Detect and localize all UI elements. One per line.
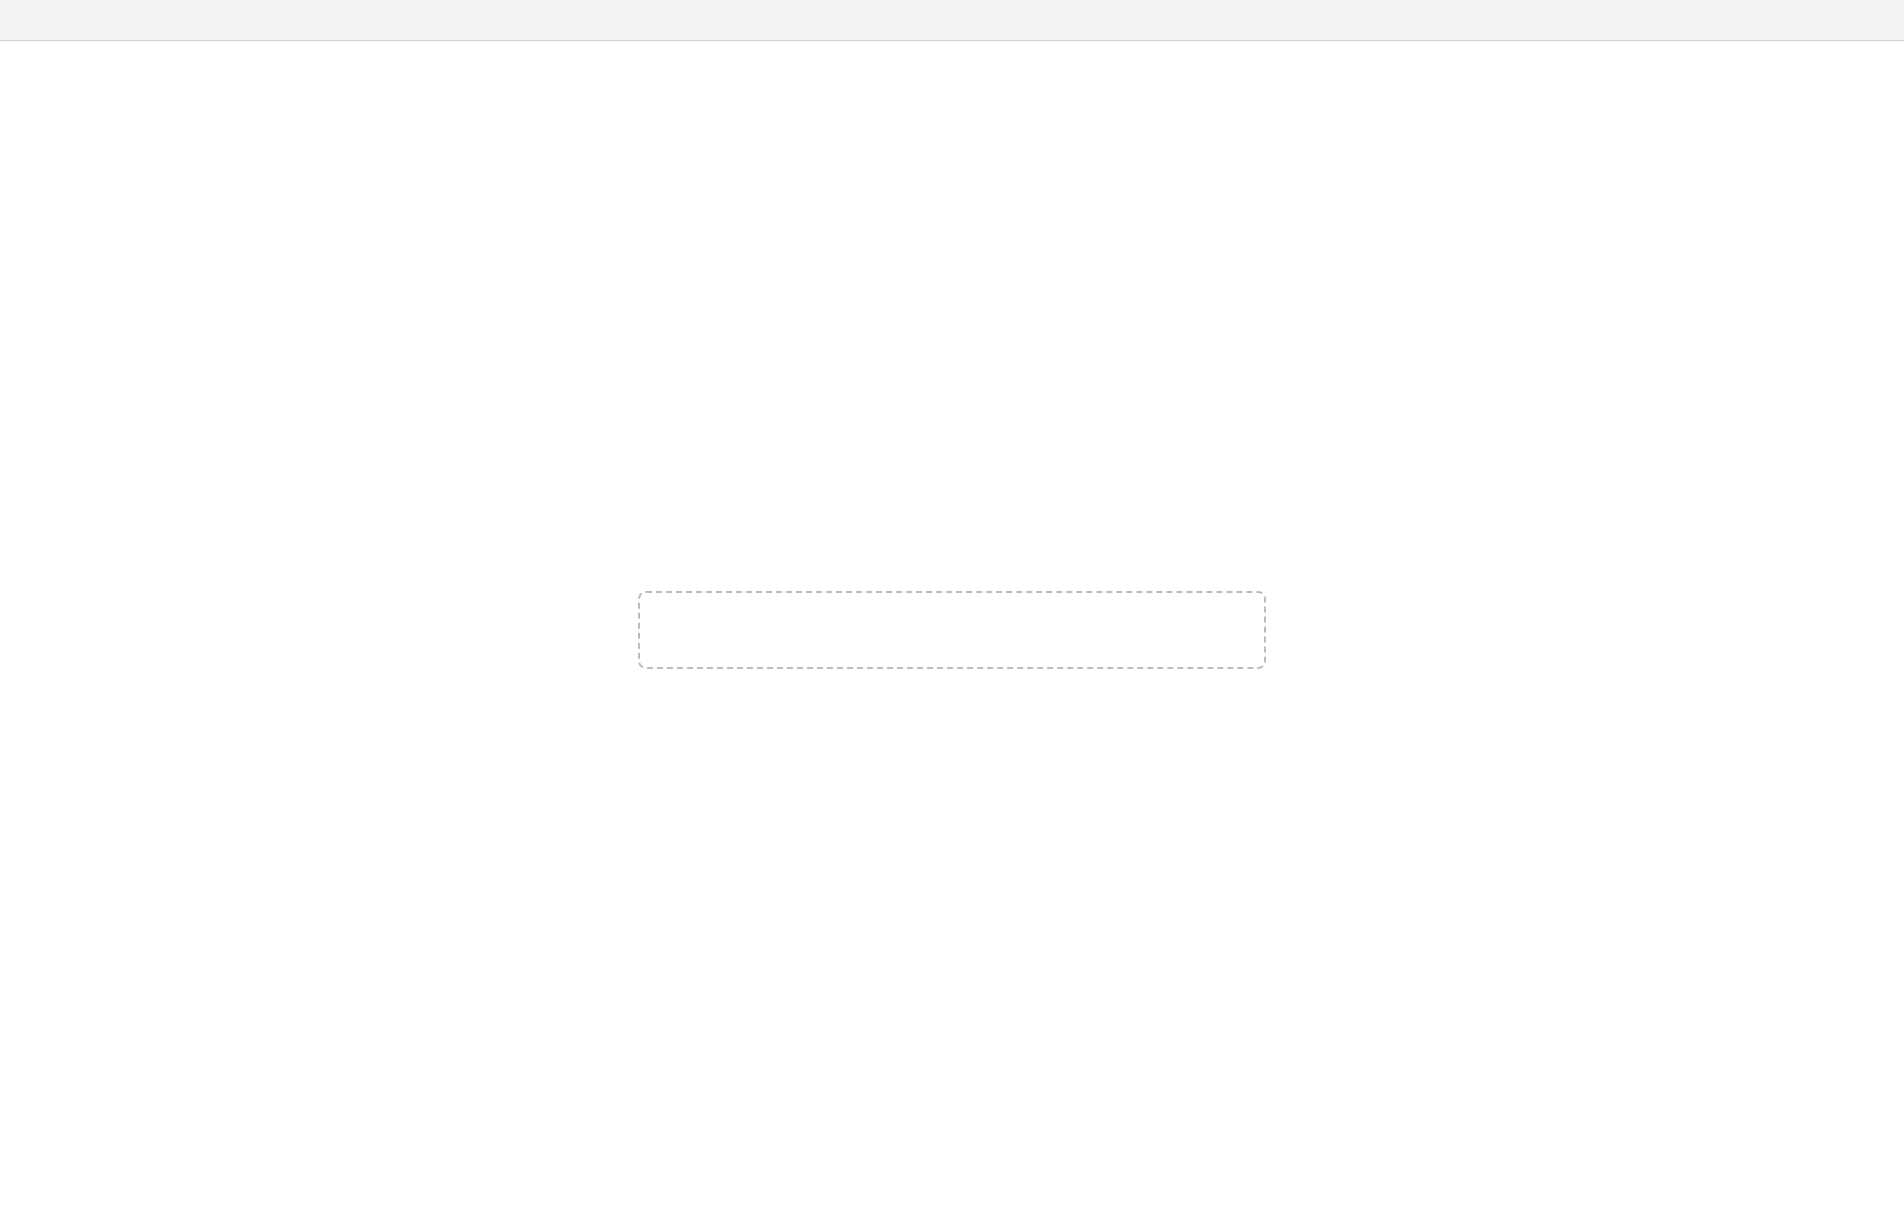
title-bar [0, 0, 1904, 41]
main-content [0, 41, 1904, 1218]
content-placeholder [638, 590, 1266, 669]
app-window [0, 0, 1904, 1218]
